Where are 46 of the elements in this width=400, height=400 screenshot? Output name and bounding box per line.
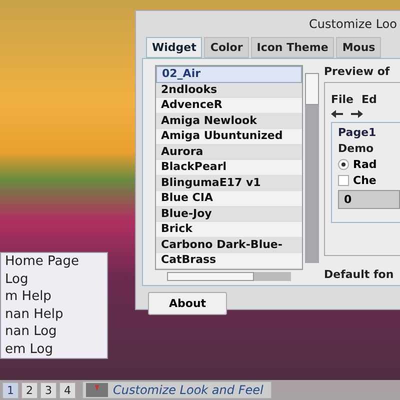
list-item[interactable]: BlackPearl: [156, 160, 302, 176]
list-item[interactable]: Aurora: [156, 144, 302, 160]
demo-group-label: Demo: [338, 142, 375, 155]
vertical-scrollbar[interactable]: [305, 73, 319, 263]
task-button[interactable]: Customize Look and Feel: [82, 381, 272, 399]
list-item[interactable]: 2ndlooks: [156, 82, 302, 98]
about-button[interactable]: About: [148, 292, 228, 315]
spin-field[interactable]: 0: [338, 190, 400, 209]
tab[interactable]: Mous: [336, 37, 382, 58]
window-title: Customize Loo: [309, 16, 397, 33]
menu-item[interactable]: m Help: [5, 288, 107, 306]
list-item[interactable]: BlingumaE17 v1: [156, 176, 302, 191]
list-item[interactable]: CatBrass: [156, 253, 302, 268]
menu-item[interactable]: File: [331, 93, 354, 106]
menu-item[interactable]: Home Page: [5, 253, 107, 270]
radio-label: Rad: [353, 158, 377, 171]
window-icon: [86, 383, 108, 397]
workspace-button[interactable]: 1: [2, 382, 19, 398]
forward-arrow-icon[interactable]: [351, 110, 363, 118]
menu-item[interactable]: nan Log: [5, 323, 107, 340]
list-item[interactable]: Amiga Newlook: [156, 114, 302, 129]
workspace-button[interactable]: 4: [59, 382, 76, 398]
workspace-button[interactable]: 3: [40, 382, 57, 398]
checkbox[interactable]: [338, 175, 349, 186]
menu-item[interactable]: nan Help: [5, 306, 107, 323]
list-item[interactable]: 02_Air: [156, 66, 302, 82]
checkbox-label: Che: [353, 174, 376, 187]
tab[interactable]: Color: [204, 37, 249, 58]
menu-item[interactable]: Log: [5, 270, 107, 288]
list-item[interactable]: Brick: [156, 222, 302, 238]
workspace-button[interactable]: 2: [21, 382, 38, 398]
back-arrow-icon[interactable]: [331, 110, 343, 118]
list-item[interactable]: Amiga Ubuntunized: [156, 129, 302, 144]
menu-item[interactable]: em Log: [5, 340, 107, 358]
horizontal-scrollbar[interactable]: [167, 272, 291, 280]
preview-label: Preview of: [324, 65, 391, 78]
list-item[interactable]: AdvenceR: [156, 98, 302, 114]
radio-button[interactable]: [338, 159, 349, 170]
menu-item[interactable]: Ed: [362, 93, 377, 106]
list-item[interactable]: Carbono Dark-Blue-: [156, 238, 302, 253]
page-tab[interactable]: Page1: [338, 126, 400, 139]
tab[interactable]: Icon Theme: [250, 37, 334, 58]
default-font-label: Default fon: [324, 268, 395, 281]
list-item[interactable]: Blue-Joy: [156, 206, 302, 222]
tab[interactable]: Widget: [146, 37, 202, 58]
list-item[interactable]: Blue CIA: [156, 191, 302, 206]
